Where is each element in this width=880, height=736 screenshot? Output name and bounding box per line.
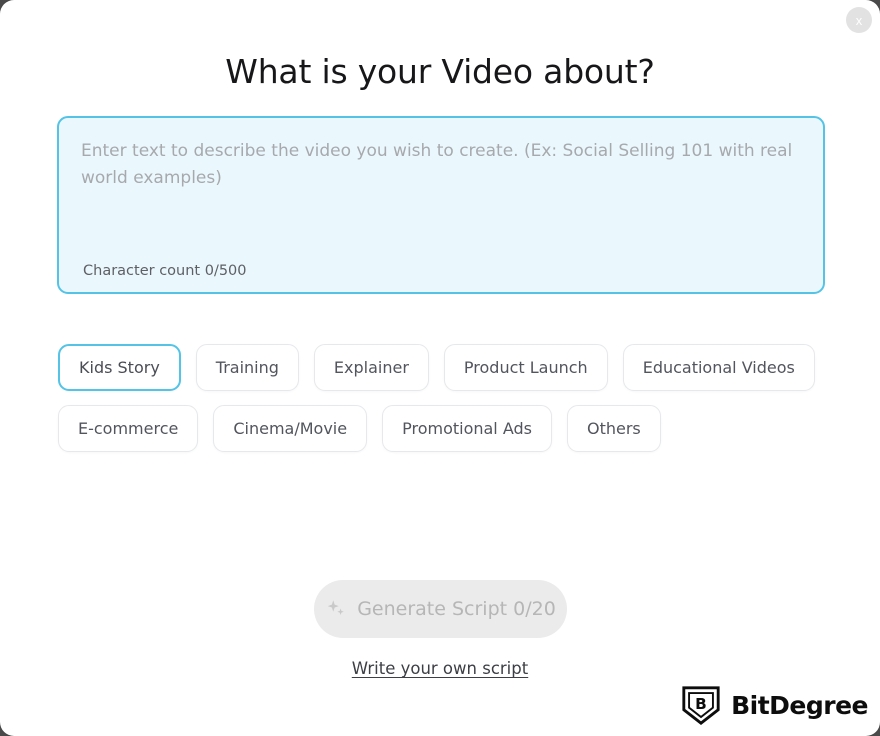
svg-text:B: B [695, 695, 707, 713]
category-chip-cinema-movie[interactable]: Cinema/Movie [213, 405, 368, 452]
bitdegree-badge-icon: B [682, 686, 720, 725]
category-chip-promotional-ads[interactable]: Promotional Ads [382, 405, 552, 452]
bitdegree-watermark: B BitDegree [680, 684, 869, 726]
category-chip-e-commerce[interactable]: E-commerce [58, 405, 199, 452]
close-icon: x [855, 12, 863, 28]
category-chip-list: Kids Story Training Explainer Product La… [58, 344, 838, 452]
category-chip-kids-story[interactable]: Kids Story [58, 344, 181, 391]
write-own-script-row: Write your own script [0, 659, 880, 678]
category-chip-training[interactable]: Training [195, 344, 299, 391]
category-chip-product-launch[interactable]: Product Launch [443, 344, 608, 391]
video-prompt-modal: x What is your Video about? Character co… [0, 0, 880, 736]
prompt-box[interactable]: Character count 0/500 [57, 116, 825, 294]
bitdegree-wordmark: BitDegree [731, 690, 869, 720]
video-description-input[interactable] [81, 138, 801, 256]
category-chip-educational-videos[interactable]: Educational Videos [622, 344, 815, 391]
category-chip-explainer[interactable]: Explainer [313, 344, 429, 391]
generate-script-button[interactable]: Generate Script 0/20 [314, 580, 567, 638]
generate-script-label: Generate Script 0/20 [357, 598, 556, 620]
category-chip-others[interactable]: Others [567, 405, 661, 452]
sparkle-icon [327, 600, 344, 615]
page-title: What is your Video about? [225, 52, 655, 91]
close-button[interactable]: x [846, 7, 872, 33]
write-own-script-link[interactable]: Write your own script [352, 659, 528, 678]
character-count-label: Character count 0/500 [83, 263, 247, 279]
